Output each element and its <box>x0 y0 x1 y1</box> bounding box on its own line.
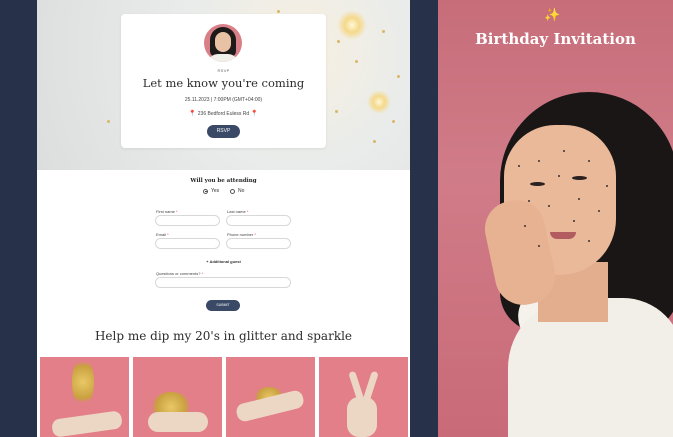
invitation-page: RSVP Let me know you're coming 25.11.202… <box>37 0 410 437</box>
glitter-photo <box>133 357 222 437</box>
rsvp-caption: RSVP <box>217 68 230 73</box>
promo-title: Birthday Invitation <box>475 30 636 48</box>
sparkle <box>397 75 400 78</box>
radio-label: Yes <box>211 188 220 194</box>
sparkle <box>382 30 385 33</box>
email-field[interactable] <box>155 238 220 249</box>
card-title: Let me know you're coming <box>142 76 305 90</box>
rsvp-card: RSVP Let me know you're coming 25.11.202… <box>121 14 326 148</box>
last-name-label: Last name * <box>227 209 249 214</box>
radio-label: No <box>238 188 245 194</box>
last-name-field[interactable] <box>226 215 291 226</box>
submit-button[interactable]: SUBMIT <box>206 300 240 311</box>
email-label: Email * <box>156 232 169 237</box>
first-name-label: First name * <box>156 209 178 214</box>
radio-button[interactable] <box>203 188 208 194</box>
sparkles-icon: ✨ <box>544 7 561 22</box>
address-text: 236 Bedford Euless Rd <box>197 111 250 117</box>
glitter-photo <box>319 357 408 437</box>
promo-panel: ✨ Birthday Invitation <box>438 0 673 437</box>
questions-label: Questions or comments? * <box>156 271 204 276</box>
event-datetime: 25.11.2023 | 7:00PM (GMT+04:00) <box>184 97 263 103</box>
sparkle <box>335 110 338 113</box>
middle-border <box>410 0 438 437</box>
radio-yes[interactable]: Yes <box>203 188 219 194</box>
avatar <box>204 24 242 62</box>
attending-question: Will you be attending <box>190 178 257 184</box>
add-guest-link[interactable]: + Additional guest <box>37 259 410 264</box>
sparkle <box>107 120 110 123</box>
hero-background: RSVP Let me know you're coming 25.11.202… <box>37 0 410 170</box>
phone-label: Phone number * <box>227 232 256 237</box>
map-pin-icon: 📍 <box>250 111 259 117</box>
questions-field[interactable] <box>155 277 291 288</box>
bokeh-light <box>367 90 391 114</box>
radio-no[interactable]: No <box>230 188 244 194</box>
radio-button[interactable] <box>230 188 235 194</box>
glitter-photo <box>40 357 129 437</box>
first-name-field[interactable] <box>155 215 220 226</box>
glitter-photo <box>226 357 315 437</box>
phone-field[interactable] <box>226 238 291 249</box>
left-border <box>0 0 37 437</box>
sparkle <box>337 40 340 43</box>
sparkle <box>373 140 376 143</box>
rsvp-button[interactable]: RSVP <box>207 125 240 138</box>
sparkle <box>355 60 358 63</box>
sparkle <box>392 120 395 123</box>
section-headline: Help me dip my 20's in glitter and spark… <box>94 329 353 343</box>
sparkle <box>277 10 280 13</box>
event-address: 📍 236 Bedford Euless Rd 📍 <box>121 110 326 117</box>
map-pin-icon: 📍 <box>188 111 197 117</box>
bokeh-light <box>337 10 367 40</box>
